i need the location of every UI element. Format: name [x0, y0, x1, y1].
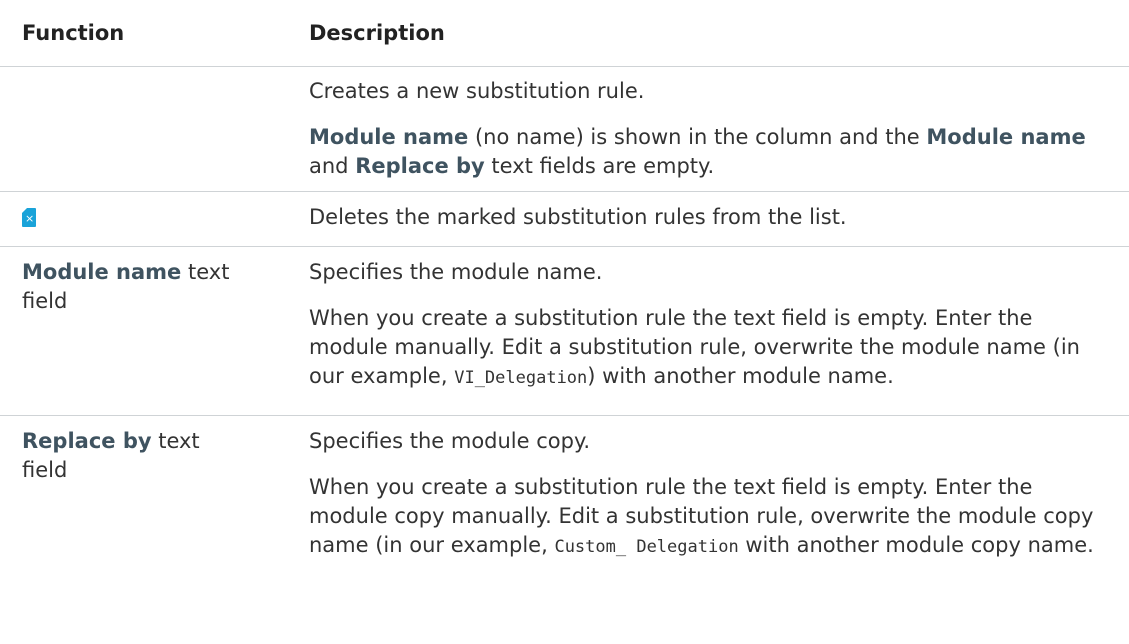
replace-by-details: When you create a substitution rule the … — [309, 473, 1109, 562]
function-description-table: Function Description Creates a new subst… — [0, 0, 1129, 586]
new-rule-description: Creates a new substitution rule. — [309, 79, 645, 103]
module-name-term: Module name — [309, 125, 469, 149]
table-row-new-rule: Creates a new substitution rule. Module … — [0, 67, 1129, 192]
function-line2: field — [22, 458, 68, 482]
table-row-delete: × Deletes the marked substitution rules … — [0, 192, 1129, 247]
details-text-2: ) with another module name. — [587, 364, 894, 388]
row-description-cell: Specifies the module copy. When you crea… — [309, 427, 1129, 586]
delete-description: Deletes the marked substitution rules fr… — [309, 205, 847, 229]
row-function-cell — [0, 77, 309, 191]
row-function-cell: × — [0, 203, 309, 246]
row-function-cell: Replace by text field — [0, 427, 309, 586]
module-name-field-term: Module name — [22, 260, 182, 284]
header-description: Description — [309, 20, 445, 45]
code-vi-delegation: VI_Delegation — [454, 368, 588, 388]
new-rule-details: Module name (no name) is shown in the co… — [309, 123, 1109, 181]
details-text-3: text fields are empty. — [484, 154, 715, 178]
row-function-cell: Module name text field — [0, 258, 309, 415]
header-function: Function — [22, 20, 125, 45]
row-description-cell: Deletes the marked substitution rules fr… — [309, 203, 1129, 246]
function-line2: field — [22, 289, 68, 313]
module-name-details: When you create a substitution rule the … — [309, 304, 1109, 393]
function-suffix: text — [181, 260, 230, 284]
details-text-2: with another module copy name. — [738, 533, 1094, 557]
row-description-cell: Specifies the module name. When you crea… — [309, 258, 1129, 415]
details-text-2: and — [309, 154, 356, 178]
replace-by-summary: Specifies the module copy. — [309, 429, 591, 453]
module-name-term-2: Module name — [926, 125, 1086, 149]
details-text-1: (no name) is shown in the column and the — [468, 125, 927, 149]
table-row-replace-by: Replace by text field Specifies the modu… — [0, 416, 1129, 586]
code-custom-delegation: Custom_ Delegation — [554, 537, 739, 557]
row-description-cell: Creates a new substitution rule. Module … — [309, 77, 1129, 191]
replace-by-field-term: Replace by — [22, 429, 152, 453]
module-name-summary: Specifies the module name. — [309, 260, 603, 284]
table-header: Function Description — [0, 0, 1129, 67]
table-row-module-name: Module name text field Specifies the mod… — [0, 247, 1129, 416]
function-suffix: text — [151, 429, 200, 453]
replace-by-term: Replace by — [355, 154, 485, 178]
delete-file-icon: × — [22, 208, 36, 227]
